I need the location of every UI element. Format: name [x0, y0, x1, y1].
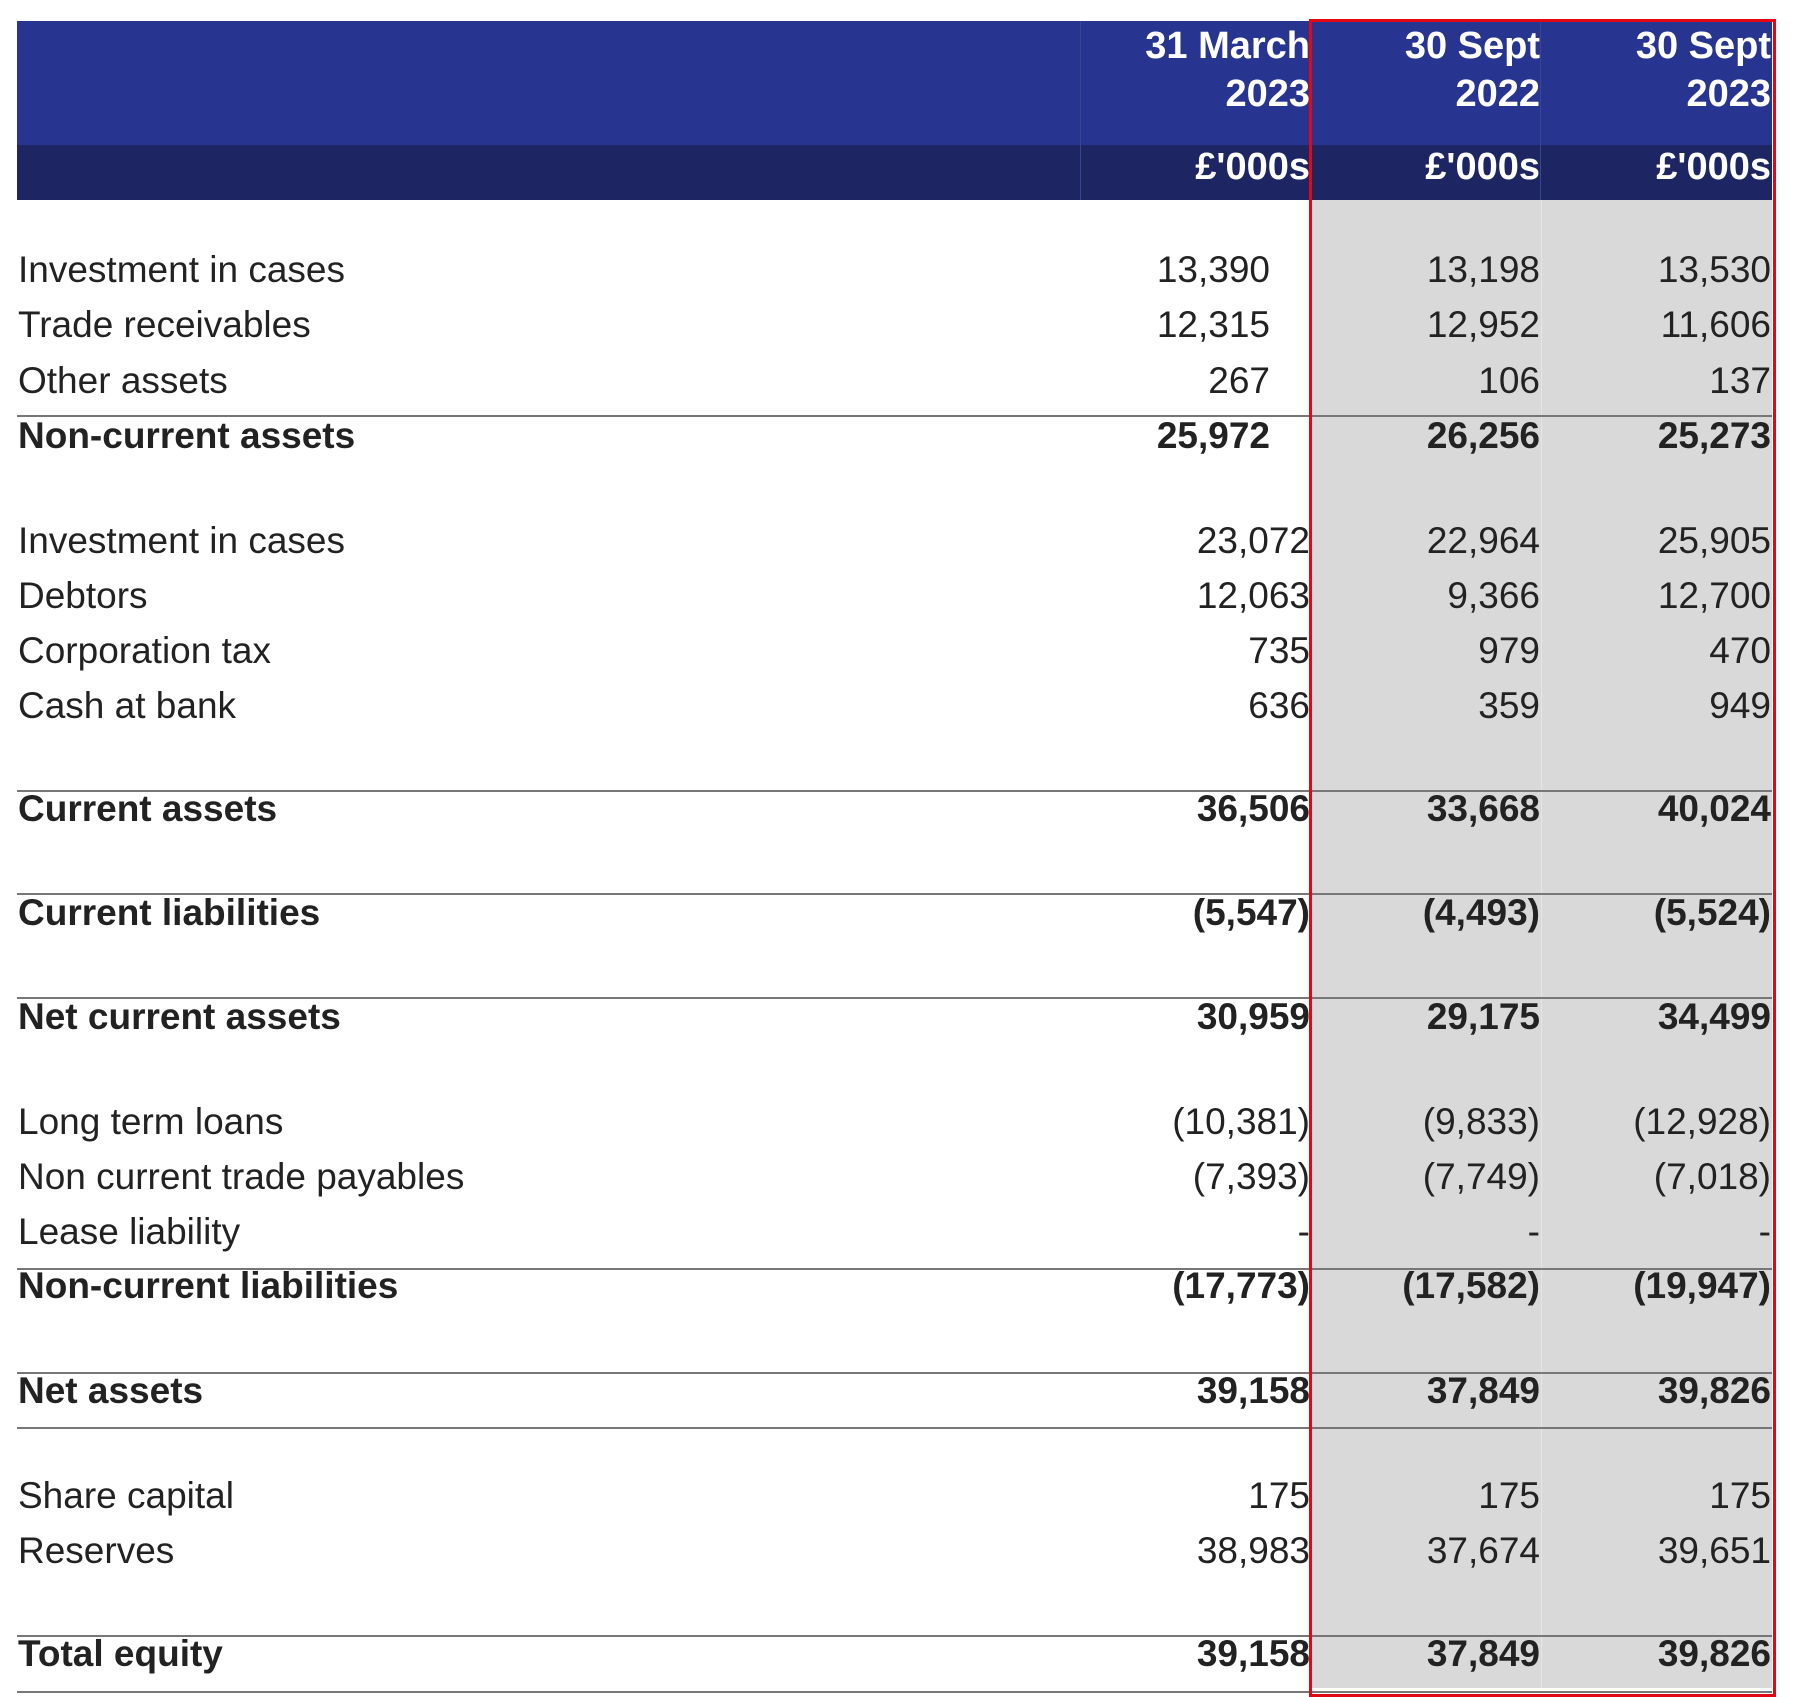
cell-31-march-2023: 13,390 [1156, 249, 1270, 290]
row-label: Investment in cases [18, 520, 345, 561]
row-label: Cash at bank [18, 685, 237, 726]
row-label: Current liabilities [18, 892, 321, 933]
row-label: Non current trade payables [18, 1156, 465, 1197]
row-label: Long term loans [18, 1101, 284, 1142]
column-heading-line2: 2023 [1225, 73, 1310, 115]
cell-31-march-2023: 175 [1248, 1475, 1310, 1516]
cell-31-march-2023: - [1297, 1211, 1310, 1252]
cell-31-march-2023: 30,959 [1196, 996, 1310, 1037]
cell-31-march-2023: 36,506 [1196, 788, 1310, 829]
column-heading-31-march-2023: 31 March 2023 [1080, 22, 1310, 118]
row-label: Other assets [18, 360, 228, 401]
row-label: Total equity [18, 1633, 223, 1674]
cell-31-march-2023: 12,063 [1196, 575, 1310, 616]
column-heading-line1: 31 March [1145, 25, 1310, 67]
cell-31-march-2023: (17,773) [1172, 1265, 1310, 1306]
row-label: Reserves [18, 1530, 175, 1571]
row-label: Trade receivables [18, 304, 311, 345]
row-label: Net assets [18, 1370, 204, 1411]
row-label: Debtors [18, 575, 148, 616]
row-label: Net current assets [18, 996, 341, 1037]
cell-31-march-2023: 38,983 [1196, 1530, 1310, 1571]
balance-sheet-table: 31 March 2023 30 Sept 2022 30 Sept 2023 … [0, 0, 1797, 1697]
column-unit: £'000s [1195, 146, 1310, 188]
cell-31-march-2023: 636 [1248, 685, 1310, 726]
cell-31-march-2023: 39,158 [1196, 1370, 1310, 1411]
highlight-frame [1309, 19, 1776, 1697]
cell-31-march-2023: 267 [1208, 360, 1270, 401]
cell-31-march-2023: 735 [1248, 630, 1310, 671]
row-label: Lease liability [18, 1211, 241, 1252]
cell-31-march-2023: (7,393) [1192, 1156, 1310, 1197]
cell-31-march-2023: 39,158 [1196, 1633, 1310, 1674]
cell-31-march-2023: 25,972 [1156, 415, 1270, 456]
cell-31-march-2023: 12,315 [1156, 304, 1270, 345]
row-label: Non-current liabilities [18, 1265, 399, 1306]
row-label: Non-current assets [18, 415, 356, 456]
cell-31-march-2023: (10,381) [1172, 1101, 1310, 1142]
row-label: Investment in cases [18, 249, 345, 290]
cell-31-march-2023: (5,547) [1192, 892, 1310, 933]
row-label: Share capital [18, 1475, 234, 1516]
cell-31-march-2023: 23,072 [1196, 520, 1310, 561]
row-label: Corporation tax [18, 630, 271, 671]
row-label: Current assets [18, 788, 278, 829]
